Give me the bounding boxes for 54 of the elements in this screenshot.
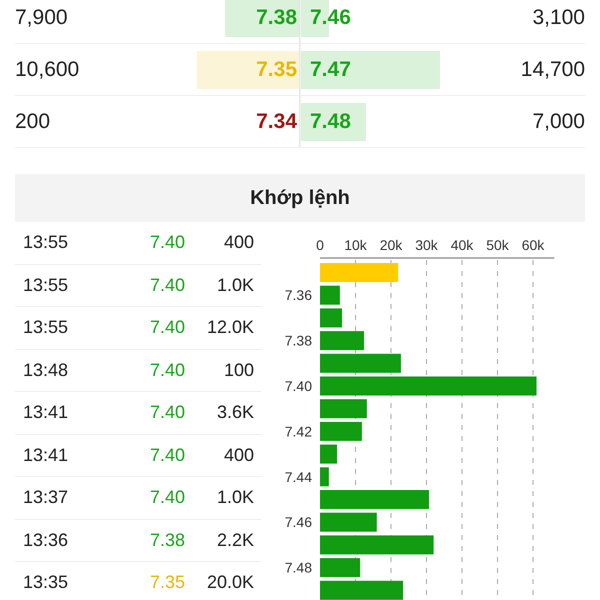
- ask-price: 7.46: [309, 4, 351, 31]
- axis-tick-label: 7.44: [284, 468, 312, 485]
- trade-price: 7.40: [148, 444, 185, 467]
- axis-tick-label: 7.42: [284, 423, 312, 440]
- axis-tick-label: 7.36: [284, 287, 312, 304]
- trade-price: 7.40: [148, 358, 185, 382]
- bid-price: 7.38: [256, 4, 298, 31]
- trade-time: 13:55: [22, 274, 70, 297]
- axis-tick-label: 60k: [522, 237, 544, 253]
- trade-volume: 1.0K: [216, 486, 255, 510]
- axis-tick-label: 7.38: [284, 332, 312, 349]
- section-title: Khớp lệnh: [15, 174, 585, 222]
- trade-time: 13:37: [22, 486, 70, 510]
- axis-tick-label: 10k: [344, 237, 367, 253]
- bid-volume: 200: [15, 108, 52, 135]
- trade-time: 13:55: [22, 231, 70, 254]
- trade-time: 13:41: [22, 444, 70, 467]
- axis-tick-label: 7.40: [284, 378, 312, 394]
- trade-volume: 400: [222, 444, 255, 467]
- trade-time: 13:41: [22, 401, 70, 424]
- axis-tick-label: 7.48: [284, 560, 312, 576]
- bid-price: 7.35: [256, 56, 298, 83]
- trade-price: 7.40: [148, 316, 185, 340]
- ask-volume: 14,700: [520, 56, 585, 83]
- axis-tick-label: 20k: [380, 237, 402, 253]
- trade-time: 13:48: [22, 358, 70, 382]
- trade-time: 13:55: [22, 316, 70, 340]
- trade-time: 13:36: [22, 528, 70, 552]
- ask-volume: 7,000: [531, 108, 585, 135]
- axis-tick-label: 7.46: [284, 514, 312, 530]
- bid-volume: 7,900: [15, 4, 69, 31]
- trade-price: 7.40: [148, 231, 185, 254]
- ask-price: 7.47: [309, 56, 351, 83]
- trade-volume: 20.0K: [206, 571, 255, 594]
- axis-tick-label: 30k: [415, 237, 438, 253]
- axis-tick-label: 40k: [450, 237, 474, 253]
- trade-volume: 3.6K: [216, 401, 255, 424]
- ask-volume: 3,100: [531, 4, 585, 31]
- trade-volume: 2.2K: [216, 528, 255, 552]
- trade-price: 7.38: [148, 528, 185, 552]
- trade-volume: 400: [222, 231, 255, 254]
- trade-volume: 12.0K: [206, 316, 255, 340]
- trade-price: 7.40: [148, 401, 185, 424]
- bid-volume: 10,600: [15, 56, 80, 83]
- trade-time: 13:35: [22, 571, 70, 594]
- trade-price: 7.40: [148, 274, 185, 297]
- trade-price: 7.35: [148, 571, 185, 594]
- axis-tick-label: 0: [316, 237, 324, 253]
- ask-price: 7.48: [309, 108, 351, 135]
- trade-price: 7.40: [148, 486, 185, 510]
- trade-volume: 100: [222, 358, 255, 382]
- bid-price: 7.34: [256, 108, 298, 135]
- axis-tick-label: 50k: [486, 237, 509, 253]
- trade-volume: 1.0K: [216, 274, 255, 297]
